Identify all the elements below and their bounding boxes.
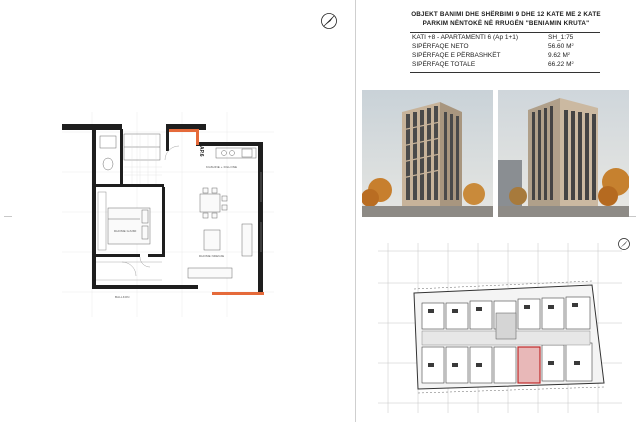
header-rule bbox=[410, 32, 600, 33]
key-floor-plan bbox=[378, 243, 622, 413]
area-label: SIPËRFAQE NETO bbox=[412, 43, 469, 50]
key-plan-drawing bbox=[378, 243, 622, 413]
room-label-bedroom: DHOME GJUMI bbox=[114, 229, 137, 233]
area-label: SIPËRFAQE TOTALE bbox=[412, 61, 476, 68]
room-label-balcony: BALLKON bbox=[115, 295, 130, 299]
room-label-living: DHOME NDENJE bbox=[199, 254, 225, 258]
north-arrow-icon bbox=[321, 13, 337, 29]
area-row-net: SIPËRFAQE NETO 56.60 M2 bbox=[412, 42, 592, 52]
apartment-floor-plan: KUZHINE + DILLONE DHOME GJUMI DHOME NDEN… bbox=[62, 112, 274, 317]
unit-row: KATI +8 - APARTAMENTI 6 (Ap 1+1) SH_1:75 bbox=[412, 34, 592, 43]
project-header: OBJEKT BANIMI DHE SHËRBIMI 9 DHE 12 KATE… bbox=[400, 10, 612, 28]
project-title-line1: OBJEKT BANIMI DHE SHËRBIMI 9 DHE 12 KATE… bbox=[411, 11, 601, 18]
area-label: SIPËRFAQE E PËRBASHKËT bbox=[412, 52, 501, 59]
trim-mark bbox=[4, 216, 12, 217]
document-sheet: KUZHINE + DILLONE DHOME GJUMI DHOME NDEN… bbox=[0, 0, 640, 422]
apartment-tag: AP.6 bbox=[198, 146, 204, 157]
area-row-common: SIPËRFAQE E PËRBASHKËT 9.62 M2 bbox=[412, 51, 592, 61]
area-value: 9.62 M2 bbox=[548, 51, 571, 59]
building-render-left bbox=[362, 90, 493, 217]
table-rule bbox=[410, 72, 600, 73]
building-render-right bbox=[498, 90, 629, 217]
room-label-kitchen: KUZHINE + DILLONE bbox=[206, 165, 238, 169]
floor-apartment-label: KATI +8 - APARTAMENTI 6 (Ap 1+1) bbox=[412, 34, 519, 41]
floor-plan-drawing bbox=[62, 112, 274, 317]
sheet-code: SH_1:75 bbox=[548, 34, 574, 41]
area-value: 66.22 M2 bbox=[548, 60, 574, 68]
trim-mark bbox=[628, 216, 636, 217]
area-row-total: SIPËRFAQE TOTALE 66.22 M2 bbox=[412, 60, 592, 70]
area-value: 56.60 M2 bbox=[548, 42, 574, 50]
project-title-line2: PARKIM NËNTOKË NË RRUGËN "BENIAMIN KRUTA… bbox=[422, 20, 590, 27]
page-divider bbox=[355, 0, 356, 422]
